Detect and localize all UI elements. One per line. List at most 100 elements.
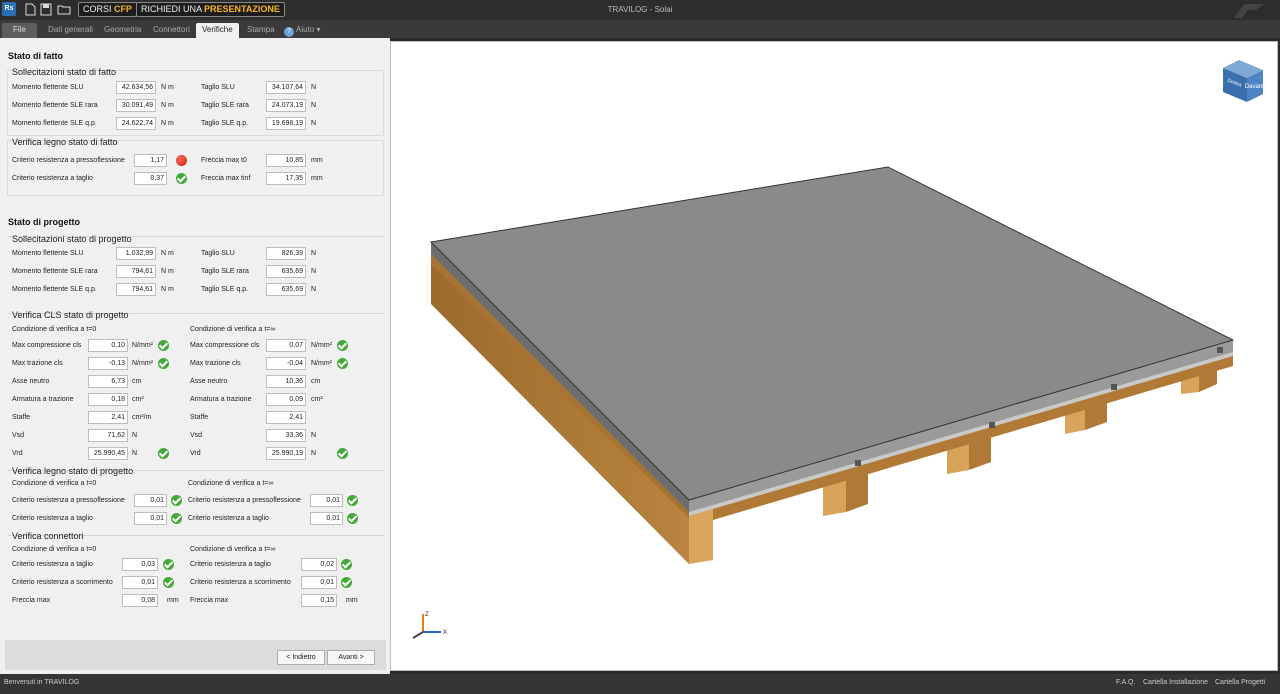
group-legno-fatto (7, 140, 384, 196)
value-taglio-rara-progetto[interactable]: 635,69 (266, 265, 306, 278)
value-conn-taglio-t0[interactable]: 0,03 (122, 558, 158, 571)
label-momento-slu: Momento flettente SLU (12, 84, 84, 91)
next-button[interactable]: Avanti > (327, 650, 375, 665)
value-pressoflessione-fatto[interactable]: 1,17 (134, 154, 167, 167)
value-max-compressione-tinf[interactable]: 0,07 (266, 339, 306, 352)
unit-n: N (311, 432, 317, 439)
value-taglio-tinf[interactable]: 0,01 (310, 512, 343, 525)
value-taglio-slu[interactable]: 34.107,64 (266, 81, 306, 94)
value-vrd-tinf[interactable]: 25.990,19 (266, 447, 306, 460)
app-logo-icon[interactable]: Rs (2, 2, 16, 16)
tab-verifiche[interactable]: Verifiche (196, 23, 239, 38)
floor-3d-model (429, 166, 1235, 564)
corsi-prefix: CORSI (83, 4, 112, 14)
value-momento-slu[interactable]: 42.634,56 (116, 81, 156, 94)
value-staffe-t0[interactable]: 2,41 (88, 411, 128, 424)
unit-taglio-rara-progetto: N (311, 268, 317, 275)
unit-stress: N/mm² (311, 360, 332, 367)
group-title-connettori: Verifica connettori (12, 531, 84, 541)
value-pressoflessione-t0[interactable]: 0,01 (134, 494, 167, 507)
label-taglio-fatto: Criterio resistenza a taglio (12, 175, 93, 182)
label-taglio-rara-progetto: Taglio SLE rara (201, 268, 249, 275)
value-armatura-t0[interactable]: 0,18 (88, 393, 128, 406)
value-conn-scorrimento-tinf[interactable]: 0,01 (301, 576, 337, 589)
value-taglio-sle-qp[interactable]: 19.698,19 (266, 117, 306, 130)
check-ok-icon (171, 513, 182, 524)
label-max-trazione-tinf: Max trazione cls (190, 360, 241, 367)
new-file-icon[interactable] (24, 3, 36, 16)
check-ok-icon (163, 577, 174, 588)
group-title-sollecitazioni-progetto: Sollecitazioni stato di progetto (12, 234, 132, 244)
menu-bar: File Dati generali Geometria Connettori … (0, 20, 1280, 38)
value-max-trazione-tinf[interactable]: -0,04 (266, 357, 306, 370)
label-taglio-t0: Criterio resistenza a taglio (12, 515, 93, 522)
label-pressoflessione-t0: Criterio resistenza a pressoflessione (12, 497, 125, 504)
value-armatura-tinf[interactable]: 0,09 (266, 393, 306, 406)
tab-connettori[interactable]: Connettori (147, 23, 196, 38)
value-momento-qp-progetto[interactable]: 794,61 (116, 283, 156, 296)
unit-cm2: cm² (132, 396, 144, 403)
label-max-trazione-t0: Max trazione cls (12, 360, 63, 367)
help-menu[interactable]: ? Aiuto ▾ (278, 23, 326, 38)
group-title-legno-progetto: Verifica legno stato di progetto (12, 466, 134, 476)
value-momento-sle-qp[interactable]: 24.622,74 (116, 117, 156, 130)
faq-link[interactable]: F.A.Q. (1116, 679, 1135, 686)
view-cube[interactable]: Davanti Destra (1217, 56, 1269, 108)
back-button[interactable]: < Indietro (277, 650, 325, 665)
value-momento-sle-rara[interactable]: 30.091,49 (116, 99, 156, 112)
label-vrd-tinf: Vrd (190, 450, 201, 457)
value-max-compressione-t0[interactable]: 0,10 (88, 339, 128, 352)
view-cube-front: Davanti (1245, 84, 1265, 90)
value-max-trazione-t0[interactable]: -0,13 (88, 357, 128, 370)
value-vsd-tinf[interactable]: 33,36 (266, 429, 306, 442)
label-conn-taglio-t0: Criterio resistenza a taglio (12, 561, 93, 568)
unit-cm2: cm² (311, 396, 323, 403)
legno-condition-tinf: Condizione di verifica a t=∞ (188, 480, 274, 487)
tab-dati-generali[interactable]: Dati generali (42, 23, 99, 38)
tab-stampa[interactable]: Stampa (241, 23, 281, 38)
label-momento-sle-rara: Momento flettente SLE rara (12, 102, 98, 109)
cartella-installazione-link[interactable]: Cartella Installazione (1143, 679, 1208, 686)
label-asse-neutro-t0: Asse neutro (12, 378, 50, 385)
value-momento-slu-progetto[interactable]: 1.032,99 (116, 247, 156, 260)
tab-file[interactable]: File (2, 23, 37, 38)
check-ok-icon (158, 448, 169, 459)
value-staffe-tinf[interactable]: 2,41 (266, 411, 306, 424)
unit-freccia-tinf: mm (311, 175, 323, 182)
value-vsd-t0[interactable]: 71,62 (88, 429, 128, 442)
value-vrd-t0[interactable]: 25.990,45 (88, 447, 128, 460)
brand-logo-icon (1234, 4, 1264, 18)
label-max-compressione-t0: Max compressione cls (12, 342, 82, 349)
3d-viewport[interactable]: Davanti Destra Z X (390, 41, 1278, 671)
corsi-cfp-button[interactable]: CORSI CFP (78, 2, 138, 17)
label-pressoflessione-tinf: Criterio resistenza a pressoflessione (188, 497, 301, 504)
cartella-progetti-link[interactable]: Cartella Progetti (1215, 679, 1265, 686)
label-vrd-t0: Vrd (12, 450, 23, 457)
section-stato-di-fatto: Stato di fatto (8, 51, 63, 61)
value-taglio-slu-progetto[interactable]: 826,39 (266, 247, 306, 260)
check-ok-icon (337, 448, 348, 459)
value-conn-taglio-tinf[interactable]: 0,02 (301, 558, 337, 571)
value-freccia-max-tinf[interactable]: 0,15 (301, 594, 337, 607)
value-taglio-sle-rara[interactable]: 24.073,19 (266, 99, 306, 112)
help-icon: ? (284, 27, 294, 37)
value-freccia-tinf[interactable]: 17,35 (266, 172, 306, 185)
tab-geometria[interactable]: Geometria (98, 23, 147, 38)
value-momento-rara-progetto[interactable]: 794,61 (116, 265, 156, 278)
open-folder-icon[interactable] (57, 3, 72, 16)
value-taglio-qp-progetto[interactable]: 635,69 (266, 283, 306, 296)
value-conn-scorrimento-t0[interactable]: 0,01 (122, 576, 158, 589)
value-pressoflessione-tinf[interactable]: 0,01 (310, 494, 343, 507)
unit-momento-qp-progetto: N m (161, 286, 174, 293)
value-asse-neutro-tinf[interactable]: 10,36 (266, 375, 306, 388)
richiedi-presentazione-button[interactable]: RICHIEDI UNA PRESENTAZIONE (136, 2, 285, 17)
conn-condition-tinf: Condizione di verifica a t=∞ (190, 546, 276, 553)
save-icon[interactable] (40, 3, 52, 16)
value-freccia-max-t0[interactable]: 0,08 (122, 594, 158, 607)
unit-cm: cm (311, 378, 321, 385)
value-taglio-fatto[interactable]: 0,37 (134, 172, 167, 185)
value-taglio-t0[interactable]: 0,01 (134, 512, 167, 525)
value-freccia-t0[interactable]: 10,85 (266, 154, 306, 167)
value-asse-neutro-t0[interactable]: 6,73 (88, 375, 128, 388)
group-title-legno-fatto: Verifica legno stato di fatto (12, 137, 118, 147)
